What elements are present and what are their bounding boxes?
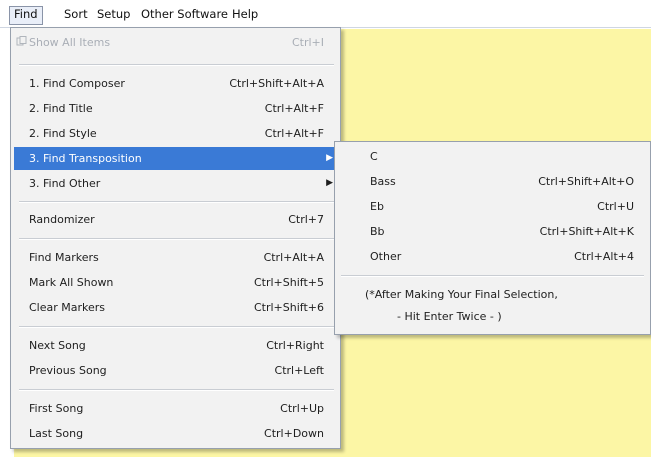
menu-setup[interactable]: Setup <box>93 6 134 23</box>
menu-item-shortcut: Ctrl+Shift+5 <box>253 276 324 289</box>
menu-item-find-title[interactable]: 2. Find Title Ctrl+Alt+F <box>14 97 337 120</box>
transposition-submenu: C Bass Ctrl+Shift+Alt+O Eb Ctrl+U Bb Ctr… <box>334 141 651 335</box>
menu-item-find-transposition[interactable]: 3. Find Transposition ▶ <box>14 147 337 170</box>
submenu-note-line-1: (*After Making Your Final Selection, <box>365 288 558 301</box>
menu-item-shortcut: Ctrl+Shift+Alt+A <box>229 77 324 90</box>
menu-item-randomizer[interactable]: Randomizer Ctrl+7 <box>14 208 337 231</box>
menu-item-shortcut: Ctrl+Alt+F <box>264 127 324 140</box>
submenu-item-eb[interactable]: Eb Ctrl+U <box>338 195 647 218</box>
submenu-item-shortcut: Ctrl+Shift+Alt+K <box>539 225 634 238</box>
submenu-item-label: C <box>370 150 378 163</box>
menu-item-label: Randomizer <box>29 213 95 226</box>
menu-item-shortcut: Ctrl+Up <box>280 402 324 415</box>
menu-item-label: Find Markers <box>29 251 99 264</box>
menu-separator <box>19 389 334 391</box>
submenu-note-line-2: - Hit Enter Twice - ) <box>397 310 502 323</box>
menu-item-find-style[interactable]: 2. Find Style Ctrl+Alt+F <box>14 122 337 145</box>
menu-item-label: 3. Find Other <box>29 177 101 190</box>
menu-bar: Find Sort Setup Other Software Help <box>0 0 651 28</box>
menu-item-previous-song[interactable]: Previous Song Ctrl+Left <box>14 359 337 382</box>
menu-item-mark-all-shown[interactable]: Mark All Shown Ctrl+Shift+5 <box>14 271 337 294</box>
menu-item-find-composer[interactable]: 1. Find Composer Ctrl+Shift+Alt+A <box>14 72 337 95</box>
menu-item-next-song[interactable]: Next Song Ctrl+Right <box>14 334 337 357</box>
menu-item-find-other[interactable]: 3. Find Other ▶ <box>14 172 337 195</box>
menu-separator <box>19 64 334 66</box>
menu-item-label: Next Song <box>29 339 86 352</box>
menu-item-shortcut: Ctrl+Down <box>264 427 324 440</box>
menu-item-label: Last Song <box>29 427 84 440</box>
submenu-item-shortcut: Ctrl+Alt+4 <box>574 250 634 263</box>
menu-item-shortcut: Ctrl+Alt+F <box>264 102 324 115</box>
menu-item-first-song[interactable]: First Song Ctrl+Up <box>14 397 337 420</box>
menu-item-find-markers[interactable]: Find Markers Ctrl+Alt+A <box>14 246 337 269</box>
submenu-item-other[interactable]: Other Ctrl+Alt+4 <box>338 245 647 268</box>
submenu-item-bass[interactable]: Bass Ctrl+Shift+Alt+O <box>338 170 647 193</box>
submenu-arrow-icon: ▶ <box>326 153 333 163</box>
menu-separator <box>19 201 334 203</box>
menu-item-label: Clear Markers <box>29 301 106 314</box>
menu-item-label: Previous Song <box>29 364 107 377</box>
menu-separator <box>19 238 334 240</box>
menu-item-last-song[interactable]: Last Song Ctrl+Down <box>14 422 337 445</box>
menu-item-shortcut: Ctrl+7 <box>288 213 324 226</box>
menu-item-label: Mark All Shown <box>29 276 114 289</box>
submenu-item-label: Other <box>370 250 402 263</box>
menu-item-shortcut: Ctrl+Shift+6 <box>253 301 324 314</box>
menu-item-label: 1. Find Composer <box>29 77 125 90</box>
submenu-item-label: Eb <box>370 200 384 213</box>
menu-item-shortcut: Ctrl+I <box>291 36 324 49</box>
submenu-item-label: Bb <box>370 225 385 238</box>
menu-item-shortcut: Ctrl+Alt+A <box>263 251 324 264</box>
menu-sort[interactable]: Sort <box>60 6 92 23</box>
menu-item-label: Show All Items <box>29 36 111 49</box>
menu-item-show-all-items[interactable]: Show All Items Ctrl+I <box>14 31 337 54</box>
menu-other-software[interactable]: Other Software <box>137 6 232 23</box>
submenu-item-shortcut: Ctrl+U <box>597 200 634 213</box>
items-icon <box>16 36 27 46</box>
menu-item-label: 3. Find Transposition <box>29 152 142 165</box>
find-menu: Show All Items Ctrl+I 1. Find Composer C… <box>10 27 341 449</box>
menu-item-label: 2. Find Style <box>29 127 97 140</box>
submenu-item-c[interactable]: C <box>338 145 647 168</box>
menu-item-label: 2. Find Title <box>29 102 93 115</box>
menu-help[interactable]: Help <box>228 6 262 23</box>
submenu-item-shortcut: Ctrl+Shift+Alt+O <box>538 175 634 188</box>
submenu-item-bb[interactable]: Bb Ctrl+Shift+Alt+K <box>338 220 647 243</box>
menu-item-label: First Song <box>29 402 84 415</box>
menu-item-clear-markers[interactable]: Clear Markers Ctrl+Shift+6 <box>14 296 337 319</box>
submenu-arrow-icon: ▶ <box>326 178 333 188</box>
menu-find[interactable]: Find <box>9 6 43 25</box>
menu-separator <box>341 275 644 277</box>
menu-item-shortcut: Ctrl+Right <box>266 339 324 352</box>
submenu-item-label: Bass <box>370 175 396 188</box>
menu-item-shortcut: Ctrl+Left <box>274 364 324 377</box>
menu-separator <box>19 326 334 328</box>
